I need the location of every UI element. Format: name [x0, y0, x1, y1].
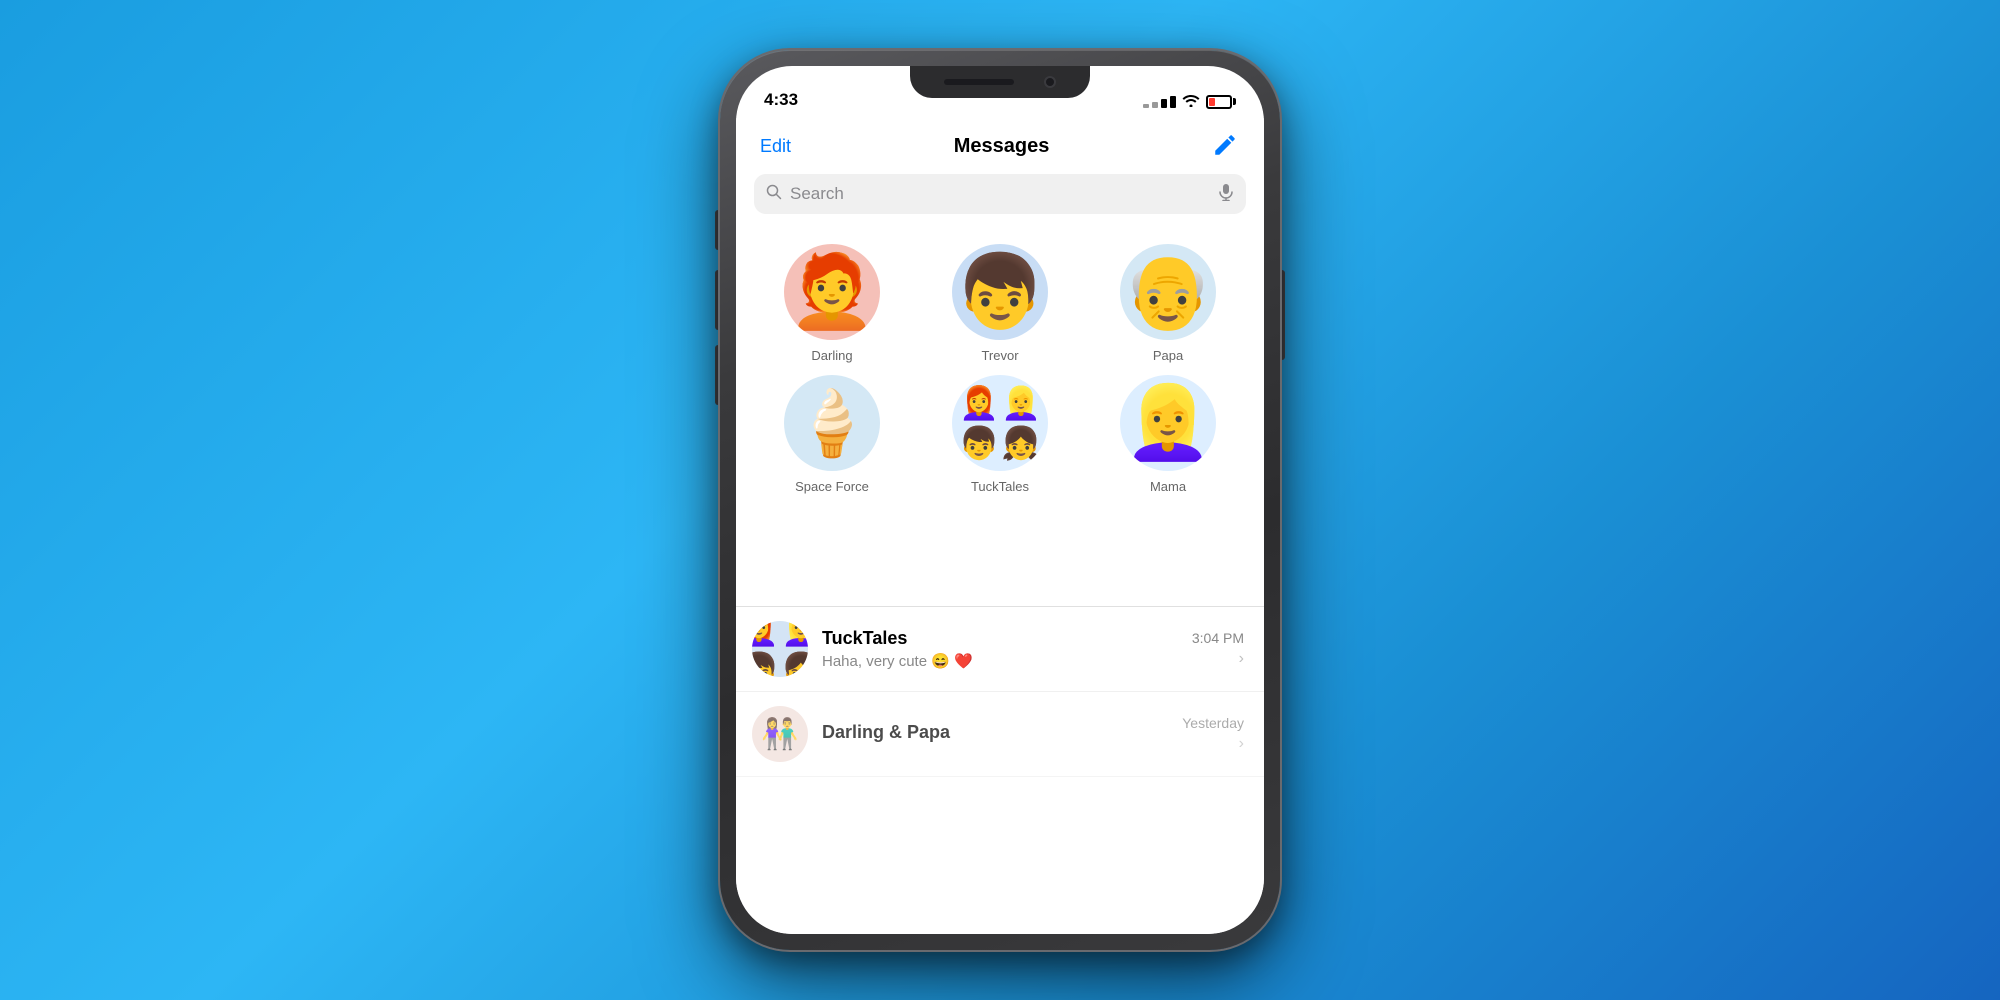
- convo-time-tucktales: 3:04 PM: [1192, 630, 1244, 646]
- conversation-list: 👩‍🦰 👱‍♀️ 👦 👧 TuckTales Haha, very cute 😄…: [736, 606, 1264, 934]
- power-button[interactable]: [1280, 270, 1285, 360]
- chevron-icon-darling-papa: ›: [1239, 735, 1244, 753]
- notch: [910, 66, 1090, 98]
- pinned-contact-darling[interactable]: 🧑‍🦰 Darling: [772, 244, 892, 363]
- avatar-papa: 👴: [1120, 244, 1216, 340]
- convo-meta-tucktales: 3:04 PM ›: [1192, 630, 1244, 668]
- front-camera: [1044, 76, 1056, 88]
- convo-preview-tucktales: Haha, very cute 😄 ❤️: [822, 652, 1192, 670]
- pinned-row-2: 🍦 Space Force 👩‍🦰 👱‍♀️ 👦 👧 TuckT: [736, 375, 1264, 494]
- avatar-mama: 👱‍♀️: [1120, 375, 1216, 471]
- convo-name-darling-papa: Darling & Papa: [822, 722, 1182, 743]
- convo-avatar-darling-papa: 👫: [752, 706, 808, 762]
- convo-name-tucktales: TuckTales: [822, 628, 1192, 649]
- battery-icon: [1206, 95, 1236, 109]
- pinned-contacts-section: 🧑‍🦰 Darling 👦 Trevor 👴 Papa: [736, 228, 1264, 522]
- convo-avatar-tucktales: 👩‍🦰 👱‍♀️ 👦 👧: [752, 621, 808, 677]
- phone-screen: 4:33: [736, 66, 1264, 934]
- phone-frame: 4:33: [720, 50, 1280, 950]
- contact-name-spaceforce: Space Force: [795, 479, 869, 494]
- convo-meta-darling-papa: Yesterday ›: [1182, 715, 1244, 753]
- wifi-icon: [1182, 93, 1200, 110]
- convo-time-darling-papa: Yesterday: [1182, 715, 1244, 731]
- pinned-contact-tucktales[interactable]: 👩‍🦰 👱‍♀️ 👦 👧 TuckTales: [940, 375, 1060, 494]
- contact-name-darling: Darling: [811, 348, 852, 363]
- avatar-darling: 🧑‍🦰: [784, 244, 880, 340]
- chevron-icon-tucktales: ›: [1239, 650, 1244, 668]
- pinned-contact-trevor[interactable]: 👦 Trevor: [940, 244, 1060, 363]
- search-bar[interactable]: Search: [754, 174, 1246, 214]
- avatar-spaceforce: 🍦: [784, 375, 880, 471]
- contact-name-trevor: Trevor: [981, 348, 1018, 363]
- pinned-contact-papa[interactable]: 👴 Papa: [1108, 244, 1228, 363]
- conversation-item-tucktales[interactable]: 👩‍🦰 👱‍♀️ 👦 👧 TuckTales Haha, very cute 😄…: [736, 607, 1264, 692]
- compose-button[interactable]: [1212, 132, 1240, 160]
- page-title: Messages: [954, 135, 1050, 158]
- pinned-contact-spaceforce[interactable]: 🍦 Space Force: [772, 375, 892, 494]
- search-icon: [766, 184, 782, 205]
- contact-name-tucktales: TuckTales: [971, 479, 1029, 494]
- mic-icon[interactable]: [1218, 183, 1234, 206]
- avatar-tucktales: 👩‍🦰 👱‍♀️ 👦 👧: [952, 375, 1048, 471]
- contact-name-mama: Mama: [1150, 479, 1186, 494]
- signal-icon: [1143, 96, 1176, 108]
- pinned-row-1: 🧑‍🦰 Darling 👦 Trevor 👴 Papa: [736, 244, 1264, 363]
- contact-name-papa: Papa: [1153, 348, 1183, 363]
- speaker: [944, 79, 1014, 85]
- search-placeholder: Search: [790, 184, 1210, 204]
- convo-content-darling-papa: Darling & Papa: [822, 722, 1182, 746]
- status-icons: [1143, 93, 1236, 110]
- edit-button[interactable]: Edit: [760, 136, 791, 157]
- conversation-item-darling-papa[interactable]: 👫 Darling & Papa Yesterday ›: [736, 692, 1264, 777]
- pinned-contact-mama[interactable]: 👱‍♀️ Mama: [1108, 375, 1228, 494]
- convo-content-tucktales: TuckTales Haha, very cute 😄 ❤️: [822, 628, 1192, 670]
- avatar-trevor: 👦: [952, 244, 1048, 340]
- messages-header: Edit Messages: [736, 118, 1264, 174]
